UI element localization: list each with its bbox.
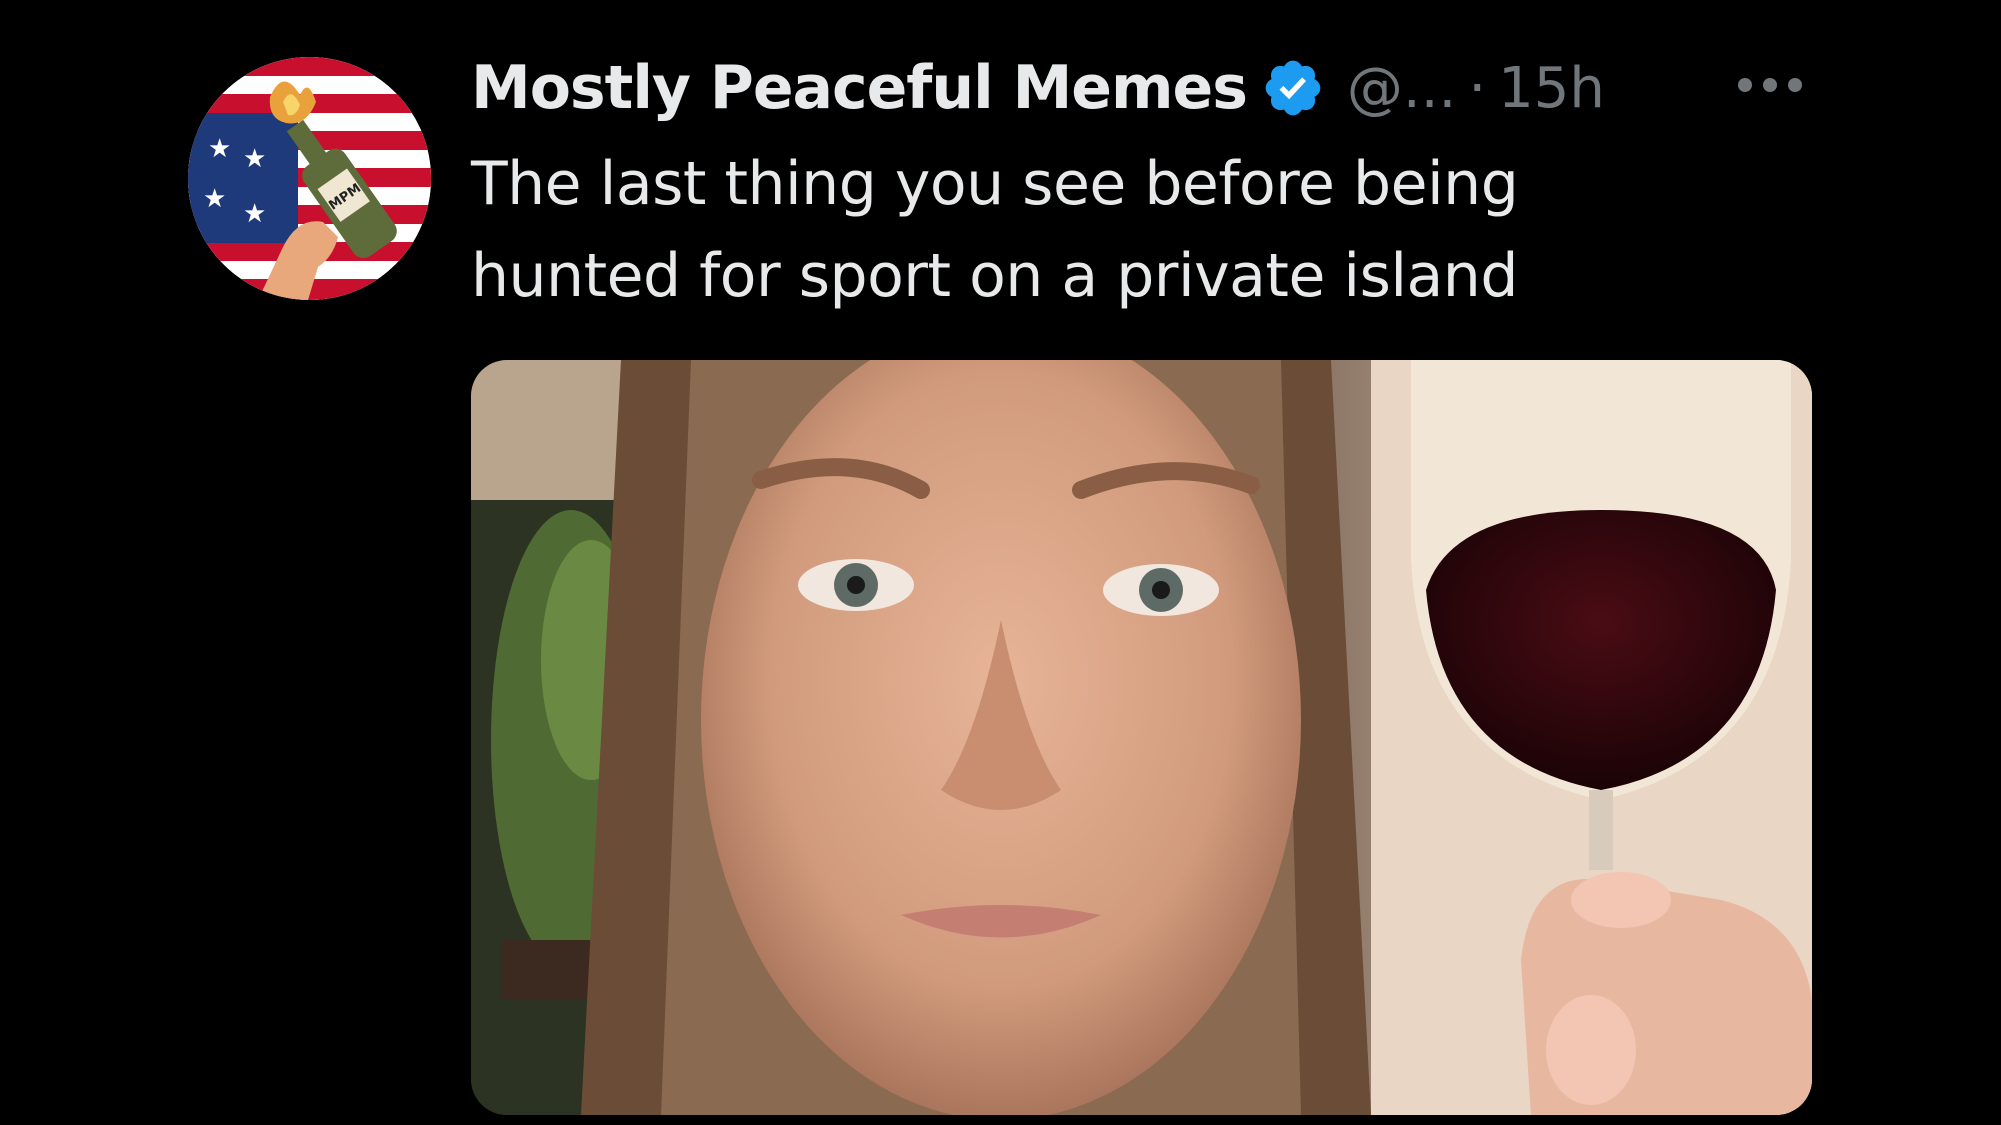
separator-dot: ·	[1468, 55, 1487, 121]
verified-badge-icon	[1261, 56, 1325, 120]
profile-avatar[interactable]: ★ ★ ★ ★ MPM	[188, 57, 431, 300]
flag-bottle-avatar-icon: ★ ★ ★ ★ MPM	[188, 57, 431, 300]
tweet-text: The last thing you see before being hunt…	[471, 149, 1519, 311]
more-options-icon[interactable]	[1735, 70, 1805, 100]
svg-text:★: ★	[203, 184, 226, 214]
svg-text:★: ★	[243, 144, 266, 174]
tweet-header: Mostly Peaceful Memes @... · 15h	[471, 48, 1605, 128]
tweet-media-photo[interactable]	[471, 360, 1812, 1115]
svg-text:★: ★	[208, 134, 231, 164]
display-name[interactable]: Mostly Peaceful Memes	[471, 53, 1248, 123]
user-handle[interactable]: @...	[1347, 56, 1456, 121]
tweet[interactable]: ★ ★ ★ ★ MPM Mostly Peaceful Memes @... ·…	[0, 0, 2001, 1125]
svg-text:★: ★	[243, 199, 266, 229]
tweet-timestamp[interactable]: 15h	[1498, 56, 1605, 121]
selfie-with-wine-glass-photo-icon	[471, 360, 1812, 1115]
